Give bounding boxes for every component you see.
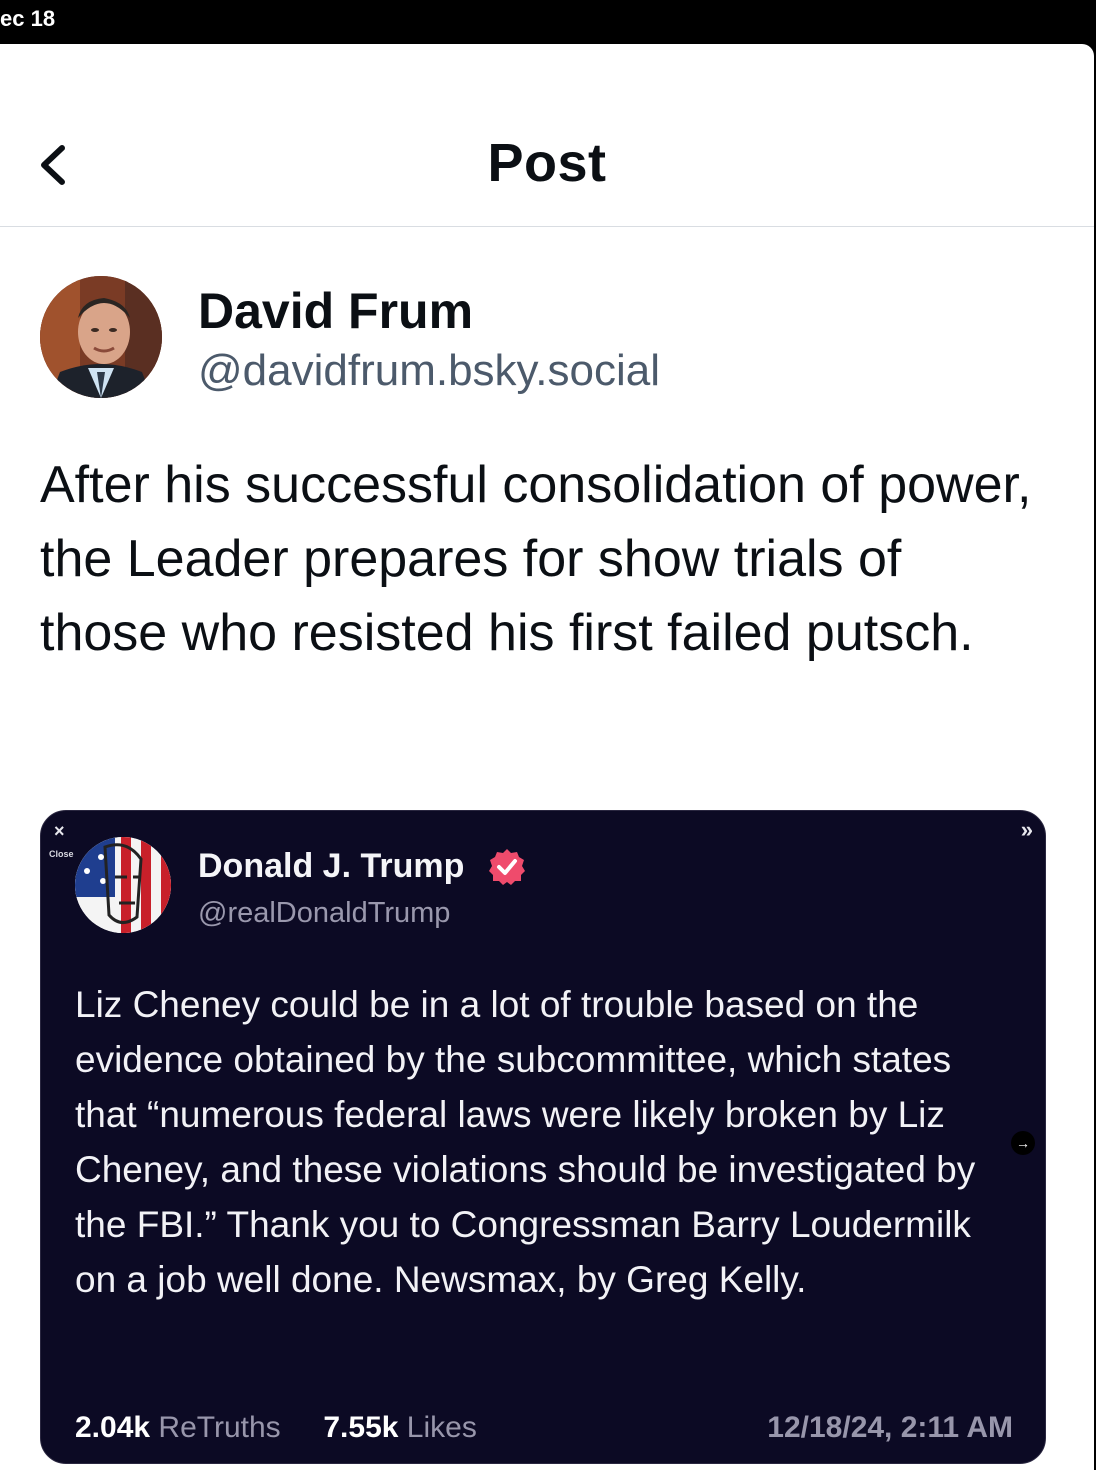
header: Post [0, 44, 1094, 227]
post-author: David Frum @davidfrum.bsky.social [40, 276, 940, 400]
likes-count: 7.55k [323, 1411, 399, 1444]
likes-label: Likes [406, 1411, 477, 1444]
embedded-image[interactable]: × Close » → Donald J. Trump @realDonaldT… [40, 810, 1046, 1464]
post-sheet: Post David Frum @davidfrum.bsky.social A… [0, 44, 1094, 1470]
avatar[interactable] [40, 276, 162, 398]
flag-portrait-icon [75, 837, 171, 933]
close-label: Close [49, 849, 74, 859]
author-name[interactable]: David Frum [198, 282, 473, 340]
verified-badge-icon [489, 849, 525, 885]
embed-post-text: Liz Cheney could be in a lot of trouble … [75, 984, 976, 1300]
embed-avatar [75, 837, 171, 933]
page-title: Post [487, 133, 607, 193]
retruths-count: 2.04k [75, 1411, 151, 1444]
avatar-photo [40, 276, 162, 398]
embed-stats: 2.04k ReTruths 7.55k Likes [75, 1411, 477, 1445]
post-text: After his successful consolidation of po… [40, 456, 1032, 662]
embed-author-handle: @realDonaldTrump [198, 897, 451, 929]
embed-author-name: Donald J. Trump [198, 847, 465, 885]
status-bar: ec 18 [0, 0, 1096, 44]
author-handle[interactable]: @davidfrum.bsky.social [198, 346, 660, 396]
retruths-label: ReTruths [158, 1411, 281, 1444]
close-icon[interactable]: × [54, 821, 65, 842]
status-time: ec 18 [0, 6, 56, 31]
embed-timestamp: 12/18/24, 2:11 AM [767, 1411, 1013, 1444]
double-chevron-right-icon[interactable]: » [1021, 817, 1033, 843]
